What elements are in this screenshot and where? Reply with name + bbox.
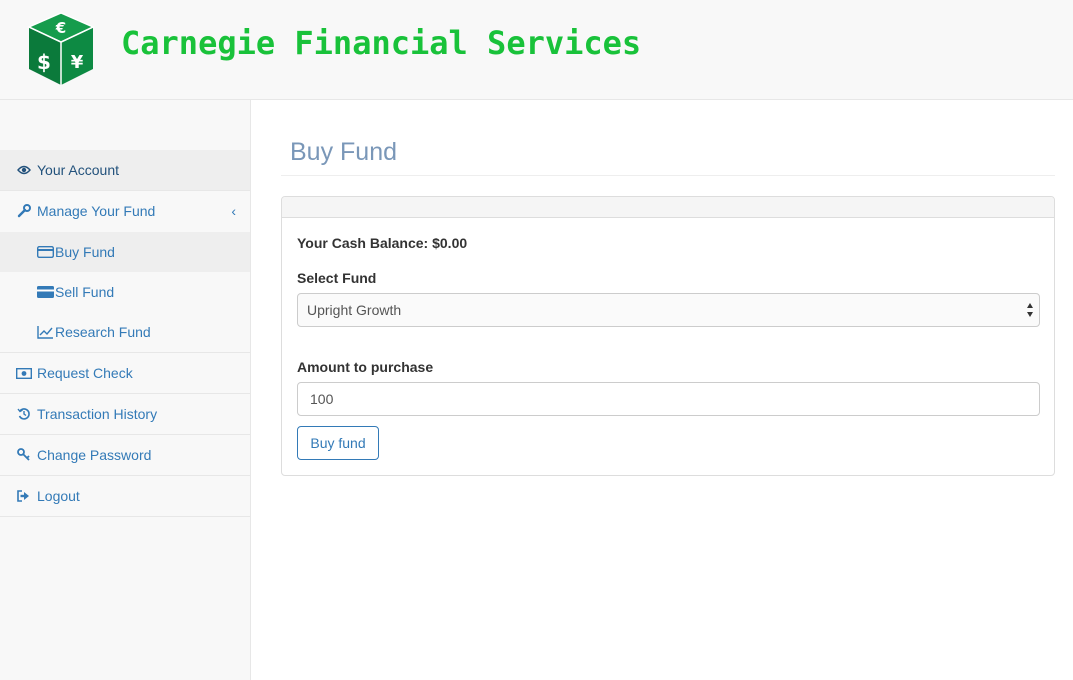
manage-fund-submenu: Buy Fund Sell Fund Research Fund [0,232,250,353]
fund-select[interactable]: Upright Growth [297,293,1040,327]
sidebar-item-change-password[interactable]: Change Password [0,435,250,476]
sidebar-item-manage-your-fund[interactable]: Manage Your Fund ‹ [0,191,250,232]
sidebar-subitem-label: Buy Fund [55,244,115,260]
fund-select-value: Upright Growth [307,302,402,318]
cash-balance: Your Cash Balance: $0.00 [297,235,468,251]
sidebar-item-label: Your Account [37,162,119,178]
svg-text:€: € [55,19,66,37]
brand-title[interactable]: Carnegie Financial Services [121,24,641,62]
sidebar-item-label: Request Check [37,365,133,381]
panel-heading [282,197,1054,218]
sidebar-item-your-account[interactable]: Your Account [0,150,250,191]
money-icon [16,353,32,393]
credit-card-solid-icon [37,272,55,312]
credit-card-icon [37,232,55,272]
amount-input[interactable]: 100 [297,382,1040,416]
sidebar-subitem-research-fund[interactable]: Research Fund [0,312,250,352]
sidebar-nav: Your Account Manage Your Fund ‹ Buy Fund… [0,150,250,517]
sidebar-item-transaction-history[interactable]: Transaction History [0,394,250,435]
select-fund-label: Select Fund [297,270,377,286]
svg-text:¥: ¥ [71,52,84,73]
sidebar-item-request-check[interactable]: Request Check [0,353,250,394]
logout-icon [16,476,32,516]
line-chart-icon [37,312,55,352]
eye-icon [16,150,32,190]
buy-fund-button[interactable]: Buy fund [297,426,379,460]
amount-label: Amount to purchase [297,359,434,375]
sidebar-item-label: Change Password [37,447,152,463]
title-divider [281,175,1055,176]
sidebar-item-label: Transaction History [37,406,158,422]
sidebar-item-label: Manage Your Fund [37,203,156,219]
sidebar: Your Account Manage Your Fund ‹ Buy Fund… [0,100,251,680]
top-header: € $ ¥ Carnegie Financial Services [0,0,1073,100]
page-title: Buy Fund [290,138,398,166]
sidebar-subitem-label: Sell Fund [55,284,115,300]
wrench-icon [16,191,32,231]
sidebar-subitem-sell-fund[interactable]: Sell Fund [0,272,250,312]
svg-text:$: $ [37,50,51,74]
sidebar-item-logout[interactable]: Logout [0,476,250,517]
history-icon [16,394,32,434]
key-icon [16,435,32,475]
buy-fund-panel: Your Cash Balance: $0.00 Select Fund Upr… [281,196,1055,476]
select-arrows-icon [1027,303,1033,317]
sidebar-item-label: Logout [37,488,80,504]
currency-dice-logo[interactable]: € $ ¥ [25,9,97,87]
sidebar-subitem-buy-fund[interactable]: Buy Fund [0,232,250,272]
sidebar-subitem-label: Research Fund [55,324,151,340]
chevron-left-icon[interactable]: ‹ [231,191,236,231]
